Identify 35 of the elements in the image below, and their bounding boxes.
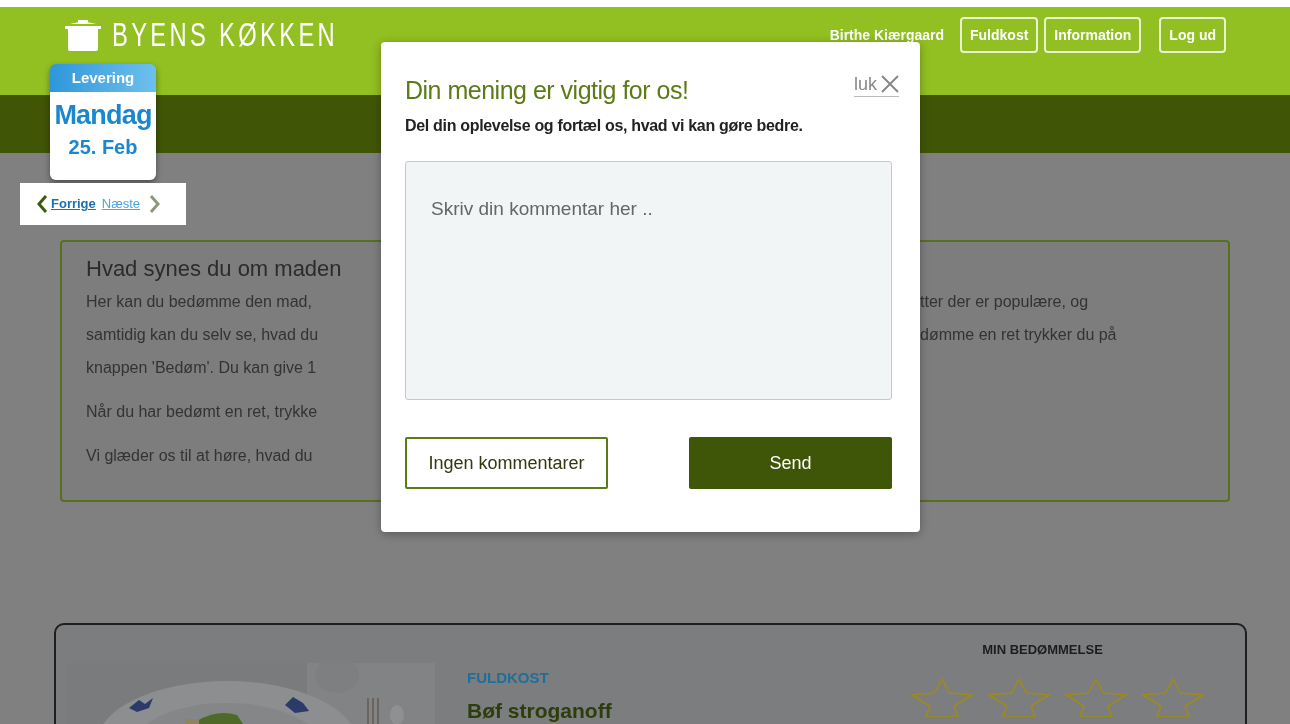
- dialog-title: Din mening er vigtig for os!: [405, 75, 689, 106]
- header-button[interactable]: Log ud: [1159, 17, 1226, 53]
- star-icon[interactable]: [1064, 677, 1128, 717]
- intro-text: Vi glæder os til at høre, hvad du: [86, 445, 314, 466]
- intro-text: dømme en ret trykker du på: [920, 324, 1117, 345]
- next-link[interactable]: Næste: [101, 194, 141, 214]
- chevron-right-icon[interactable]: [149, 194, 162, 214]
- delivery-date: 25. Feb: [68, 135, 138, 160]
- pot-icon: [64, 17, 102, 51]
- close-button[interactable]: luk: [854, 72, 899, 97]
- intro-title: Hvad synes du om maden: [86, 255, 343, 283]
- header-button[interactable]: Fuldkost: [960, 17, 1039, 53]
- dish-category: FULDKOST: [467, 668, 550, 688]
- no-comment-button[interactable]: Ingen kommentarer: [405, 437, 608, 489]
- intro-text: samtidig kan du selv se, hvad du: [86, 324, 320, 345]
- intro-text: tter der er populære, og: [920, 291, 1089, 312]
- intro-text: Her kan du bedømme den mad,: [86, 291, 313, 312]
- rating-label: MIN BEDØMMELSE: [982, 641, 1103, 659]
- logo-text: BYENS KØKKEN: [112, 17, 339, 51]
- star-icon[interactable]: [1141, 677, 1205, 717]
- comment-field[interactable]: Skriv din kommentar her ..: [405, 161, 892, 400]
- star-icon[interactable]: [987, 677, 1051, 717]
- delivery-day: Mandag: [54, 98, 152, 132]
- star-icon[interactable]: [910, 677, 974, 717]
- delivery-label: Levering: [50, 64, 156, 92]
- user-name: Birthe Kiærgaard: [829, 25, 944, 45]
- close-icon: [881, 75, 899, 93]
- previous-link[interactable]: Forrige: [51, 194, 96, 214]
- chevron-left-icon[interactable]: [36, 194, 48, 214]
- header-button[interactable]: Information: [1044, 17, 1142, 53]
- dialog-subtitle: Del din oplevelse og fortæl os, hvad vi kan gøre bedre.: [405, 116, 804, 136]
- send-button[interactable]: Send: [689, 437, 892, 489]
- dish-name: Bøf stroganoff: [467, 698, 612, 724]
- intro-text: knappen 'Bedøm'. Du kan give 1: [86, 357, 318, 378]
- intro-text: Når du har bedømt en ret, trykke: [86, 401, 319, 422]
